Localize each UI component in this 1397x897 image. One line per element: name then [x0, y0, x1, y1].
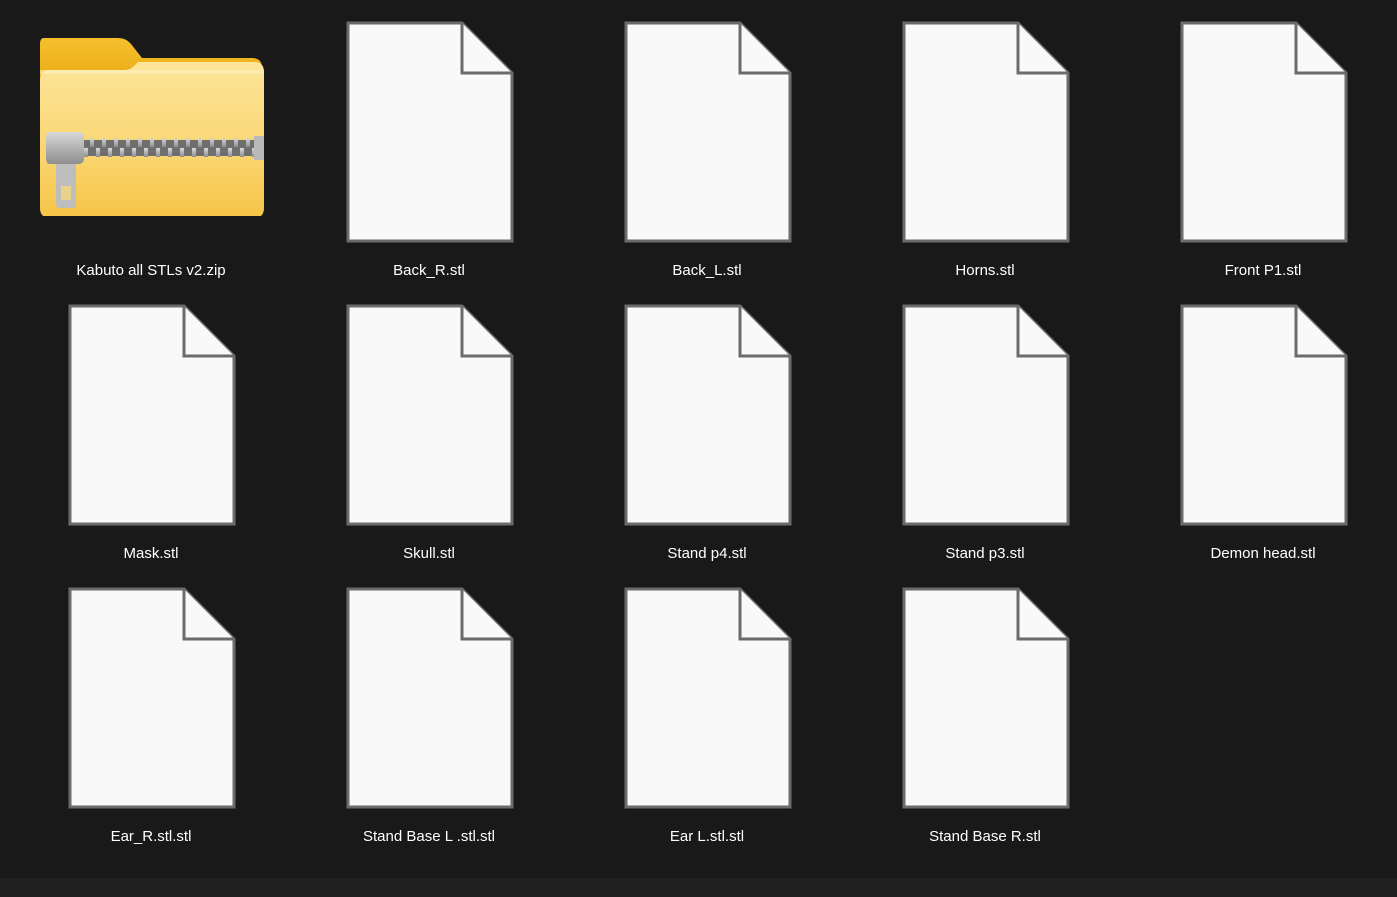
- file-icon: [902, 587, 1070, 809]
- file-name-label: Ear L.stl.stl: [669, 828, 745, 845]
- file-item[interactable]: Ear_R.stl.stl: [12, 566, 290, 849]
- file-grid: Kabuto all STLs v2.zip Back_R.stl Back_L…: [12, 0, 1397, 849]
- file-name-label: Stand Base L .stl.stl: [362, 828, 495, 845]
- file-name-label: Front P1.stl: [1224, 262, 1302, 279]
- icon-container: [290, 0, 568, 250]
- icon-container: [1124, 0, 1397, 250]
- file-icon: [346, 21, 514, 243]
- file-item[interactable]: Stand p3.stl: [846, 283, 1124, 566]
- file-name-label: Back_R.stl: [393, 262, 465, 279]
- file-icon: [624, 304, 792, 526]
- file-item[interactable]: Stand Base R.stl: [846, 566, 1124, 849]
- file-name-label: Stand p3.stl: [945, 545, 1025, 562]
- file-item[interactable]: Kabuto all STLs v2.zip: [12, 0, 290, 283]
- file-item[interactable]: Horns.stl: [846, 0, 1124, 283]
- icon-container: [846, 0, 1124, 250]
- icon-container: [568, 283, 846, 533]
- file-item[interactable]: Mask.stl: [12, 283, 290, 566]
- file-icon: [68, 587, 236, 809]
- file-icon: [1180, 21, 1348, 243]
- icon-container: [1124, 283, 1397, 533]
- zip-folder-icon: [40, 38, 264, 216]
- icon-container: [12, 283, 290, 533]
- file-icon: [346, 587, 514, 809]
- file-item[interactable]: Stand Base L .stl.stl: [290, 566, 568, 849]
- file-name-label: Back_L.stl: [672, 262, 742, 279]
- file-item[interactable]: Stand p4.stl: [568, 283, 846, 566]
- file-name-label: Demon head.stl: [1210, 545, 1316, 562]
- file-icon: [902, 304, 1070, 526]
- file-icon: [624, 21, 792, 243]
- file-icon: [1180, 304, 1348, 526]
- icon-container: [846, 283, 1124, 533]
- file-item[interactable]: Front P1.stl: [1124, 0, 1397, 283]
- icon-container: [290, 566, 568, 816]
- file-item[interactable]: Ear L.stl.stl: [568, 566, 846, 849]
- file-item[interactable]: Demon head.stl: [1124, 283, 1397, 566]
- file-name-label: Ear_R.stl.stl: [110, 828, 192, 845]
- icon-container: [12, 566, 290, 816]
- file-name-label: Skull.stl: [403, 545, 455, 562]
- file-item[interactable]: Back_R.stl: [290, 0, 568, 283]
- file-name-label: Stand p4.stl: [667, 545, 747, 562]
- icon-container: [846, 566, 1124, 816]
- file-icon: [902, 21, 1070, 243]
- file-icon: [68, 304, 236, 526]
- file-item[interactable]: Back_L.stl: [568, 0, 846, 283]
- icon-container: [568, 566, 846, 816]
- file-name-label: Mask.stl: [123, 545, 179, 562]
- file-icon: [624, 587, 792, 809]
- icon-container: [12, 0, 290, 250]
- bottom-edge: [0, 878, 1397, 897]
- file-name-label: Kabuto all STLs v2.zip: [76, 262, 226, 279]
- icon-container: [290, 283, 568, 533]
- file-name-label: Stand Base R.stl: [929, 828, 1041, 845]
- file-name-label: Horns.stl: [955, 262, 1015, 279]
- file-icon: [346, 304, 514, 526]
- file-item[interactable]: Skull.stl: [290, 283, 568, 566]
- icon-container: [568, 0, 846, 250]
